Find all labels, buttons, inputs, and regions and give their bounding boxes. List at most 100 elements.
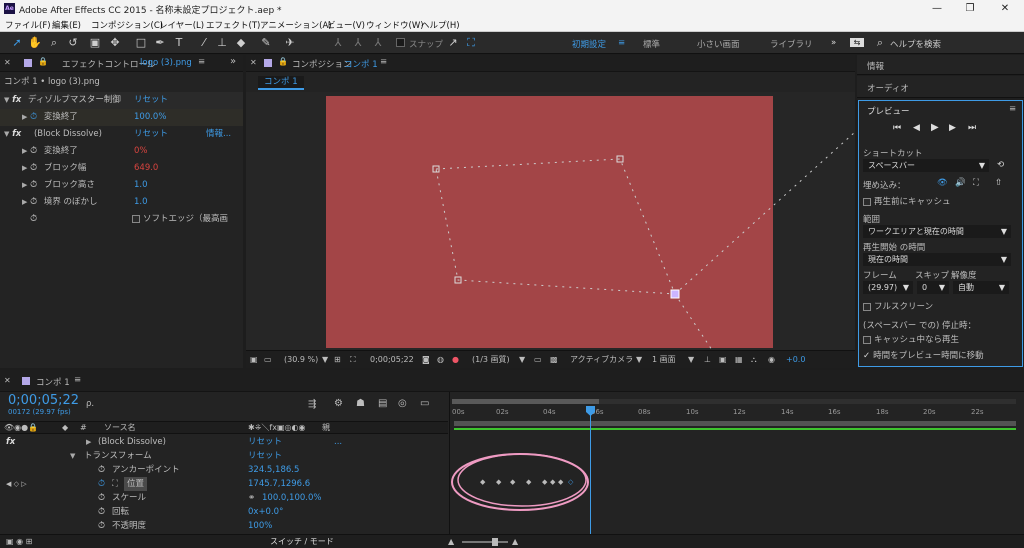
label-header-icon[interactable]: ◆ bbox=[62, 422, 68, 434]
feather-value[interactable]: 1.0 bbox=[134, 194, 148, 211]
footer-icons[interactable]: ▣ ◉ ⊞ bbox=[6, 535, 32, 548]
panel-overflow-icon[interactable]: » bbox=[230, 56, 236, 67]
source-name-header[interactable]: ソース名 bbox=[104, 422, 136, 434]
menu-animation[interactable]: アニメーション(A) bbox=[260, 19, 332, 31]
work-area-bar[interactable] bbox=[454, 421, 1016, 426]
chevron-down-icon[interactable]: ▼ bbox=[70, 449, 75, 463]
time-navigator-range[interactable] bbox=[452, 399, 599, 404]
snap-checkbox[interactable] bbox=[396, 38, 405, 47]
stopwatch-icon[interactable]: ⏱ bbox=[30, 163, 37, 173]
motion-blur-icon[interactable]: ◎ bbox=[398, 398, 407, 409]
zoom-out-icon[interactable]: ▲ bbox=[448, 535, 454, 548]
stopwatch-icon[interactable]: ⏱ bbox=[30, 146, 37, 156]
brush-tool-icon[interactable]: ⁄ bbox=[197, 36, 211, 50]
always-preview-icon[interactable]: ▣ bbox=[250, 351, 258, 368]
composition-tab[interactable]: コンポジション bbox=[292, 58, 352, 70]
link-icon[interactable]: ⚭ bbox=[248, 491, 255, 505]
transparency-grid-icon[interactable]: ▩ bbox=[550, 351, 558, 368]
hand-tool-icon[interactable]: ✋ bbox=[28, 36, 42, 50]
panel-menu-icon[interactable]: ≡ bbox=[74, 375, 81, 385]
eraser-tool-icon[interactable]: ◆ bbox=[234, 36, 248, 50]
external-video-icon[interactable]: ⇧ bbox=[995, 178, 1002, 188]
roto-brush-tool-icon[interactable]: ✎ bbox=[259, 36, 273, 50]
close-button[interactable]: ✕ bbox=[990, 1, 1020, 16]
timeline-row-position[interactable]: ◀ ◇ ▷ ⏱ ⛶ 位置 1745.7,1296.6 bbox=[0, 477, 448, 491]
fx-icon[interactable]: fx bbox=[12, 95, 21, 105]
info-panel-tab[interactable]: 情報 bbox=[857, 55, 1024, 75]
panel-close-icon[interactable]: ✕ bbox=[250, 58, 257, 67]
draft-3d-icon[interactable]: ⚙ bbox=[334, 398, 343, 409]
soft-edges-checkbox[interactable] bbox=[132, 214, 140, 223]
flowchart-icon[interactable]: ⛬ bbox=[751, 351, 757, 368]
shortcut-dropdown[interactable]: スペースバー ▼ bbox=[863, 159, 989, 172]
reset-button[interactable]: リセット bbox=[134, 126, 168, 143]
stopwatch-icon[interactable]: ⏱ bbox=[98, 477, 105, 491]
stopwatch-icon[interactable]: ⏱ bbox=[30, 214, 37, 224]
effect-row-block-height[interactable]: ▶ ⏱ ブロック高さ 1.0 bbox=[22, 177, 242, 194]
puppet-tool-icon[interactable]: ✈ bbox=[283, 36, 297, 50]
zoom-slider-handle[interactable] bbox=[492, 538, 498, 546]
grid-icon[interactable]: ⊞ bbox=[334, 351, 341, 368]
effect-row-feather[interactable]: ▶ ⏱ 境界 のぼかし 1.0 bbox=[22, 194, 242, 211]
monitor-icon[interactable]: ▭ bbox=[264, 351, 272, 368]
panel-menu-icon[interactable]: ≡ bbox=[1009, 104, 1016, 114]
switch-mode-toggle[interactable]: スイッチ / モード bbox=[270, 535, 334, 548]
move-time-checkbox[interactable]: ✓ bbox=[863, 351, 870, 361]
stopwatch-icon[interactable]: ⏱ bbox=[30, 180, 37, 190]
switches-header-icons[interactable]: ✱⁜＼fx▣◎◐◉ bbox=[248, 422, 305, 434]
fullscreen-checkbox[interactable] bbox=[863, 302, 871, 311]
workspace-default[interactable]: 初期設定 bbox=[572, 38, 606, 50]
block-height-value[interactable]: 1.0 bbox=[134, 177, 148, 194]
timeline-search[interactable]: ρ. bbox=[86, 399, 94, 409]
cache-while-checkbox[interactable] bbox=[863, 335, 871, 344]
anchor-point-handle[interactable] bbox=[670, 289, 680, 299]
fx-icon[interactable]: fx bbox=[12, 129, 21, 139]
axis-view-icon[interactable]: ⅄ bbox=[371, 36, 385, 50]
lock-icon[interactable]: 🔒 bbox=[278, 57, 288, 66]
audio-panel-tab[interactable]: オーディオ bbox=[857, 76, 1024, 98]
stopwatch-icon[interactable]: ⏱ bbox=[98, 463, 105, 477]
exposure-value[interactable]: +0.0 bbox=[786, 351, 805, 368]
stopwatch-icon[interactable]: ⏱ bbox=[30, 197, 37, 207]
frame-blending-icon[interactable]: ▤ bbox=[378, 398, 387, 409]
fast-preview-icon[interactable]: ▣ bbox=[719, 351, 727, 368]
composition-tab-name[interactable]: コンポ 1 bbox=[344, 58, 378, 70]
graph-icon[interactable]: ⛶ bbox=[112, 477, 118, 491]
pen-tool-icon[interactable]: ✒ bbox=[153, 36, 167, 50]
timeline-row-rotation[interactable]: ⏱ 回転 0x+0.0° bbox=[0, 505, 448, 519]
region-icon[interactable]: ▭ bbox=[534, 351, 542, 368]
comp-timecode[interactable]: 0;00;05;22 bbox=[370, 351, 414, 368]
workspace-libraries[interactable]: ライブラリ bbox=[770, 38, 813, 50]
axis-local-icon[interactable]: ⅄ bbox=[331, 36, 345, 50]
comp-sub-tab[interactable]: コンポ 1 bbox=[258, 76, 304, 90]
timeline-tab[interactable]: コンポ 1 bbox=[36, 376, 70, 388]
menu-layer[interactable]: レイヤー(L) bbox=[159, 19, 204, 31]
reset-icon[interactable]: ⟲ bbox=[997, 160, 1004, 170]
maximize-button[interactable]: ❐ bbox=[955, 1, 985, 16]
skip-dropdown[interactable]: 0 ▼ bbox=[917, 281, 949, 294]
parent-header[interactable]: 親 bbox=[322, 422, 330, 434]
motion-path[interactable] bbox=[246, 92, 855, 350]
timeline-timecode[interactable]: 0;00;05;22 bbox=[8, 393, 79, 408]
panel-close-icon[interactable]: ✕ bbox=[4, 376, 11, 385]
axis-world-icon[interactable]: ⅄ bbox=[351, 36, 365, 50]
timeline-row-anchor-point[interactable]: ⏱ アンカーポイント 324.5,186.5 bbox=[0, 463, 448, 477]
stopwatch-icon[interactable]: ⏱ bbox=[98, 505, 105, 519]
timeline-row-scale[interactable]: ⏱ スケール ⚭ 100.0,100.0% bbox=[0, 491, 448, 505]
time-ruler[interactable]: 00s 02s 04s 06s 08s 10s 12s 14s 16s 18s … bbox=[450, 405, 1024, 419]
effect-row-block-dissolve[interactable]: ▼ fx (Block Dissolve) リセット 情報... bbox=[4, 126, 244, 143]
resolution-dropdown[interactable]: (1/3 画質) bbox=[472, 351, 510, 368]
overlays-icon[interactable]: ⛶ bbox=[973, 178, 979, 188]
toggle-pixel-icon[interactable]: ⊥ bbox=[704, 351, 711, 368]
transition-value[interactable]: 100.0% bbox=[134, 109, 166, 126]
effect-controls-file[interactable]: logo (3).png bbox=[140, 58, 192, 68]
mask-icon[interactable]: ⛶ bbox=[350, 351, 356, 368]
frame-rate-dropdown[interactable]: (29.97) ▼ bbox=[863, 281, 913, 294]
cache-before-checkbox[interactable] bbox=[863, 197, 871, 206]
panel-close-icon[interactable]: ✕ bbox=[4, 58, 11, 67]
effect-row-block-width[interactable]: ▶ ⏱ ブロック幅 649.0 bbox=[22, 160, 242, 177]
video-icon[interactable]: 👁 bbox=[937, 178, 948, 188]
camera-tool-icon[interactable]: ▣ bbox=[88, 36, 102, 50]
views-dropdown[interactable]: 1 画面 bbox=[652, 351, 676, 368]
menu-help[interactable]: ヘルプ(H) bbox=[421, 19, 460, 31]
